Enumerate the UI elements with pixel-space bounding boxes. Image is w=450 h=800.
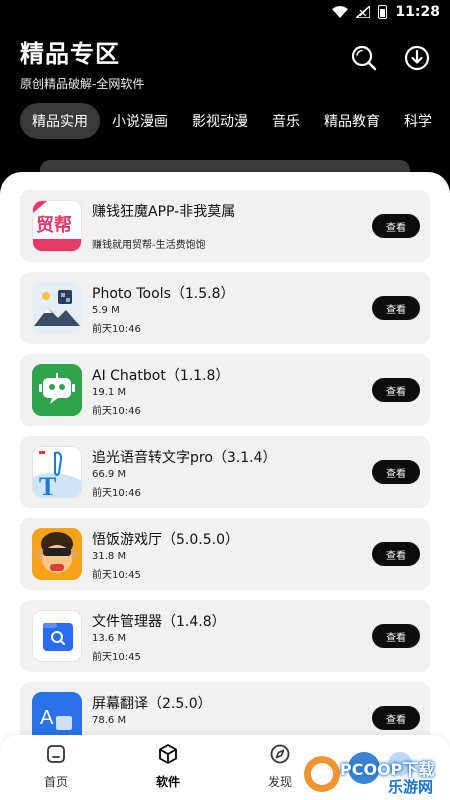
app-name: AI Chatbot（1.1.8）: [92, 368, 230, 384]
svg-text:T: T: [39, 472, 56, 498]
file-manager-icon: [32, 610, 82, 662]
view-button[interactable]: 查看: [372, 296, 420, 320]
nav-software[interactable]: 软件: [138, 743, 198, 790]
app-size: 78.6 M: [92, 715, 127, 726]
page-header: 精品专区 原创精品破解-全网软件: [20, 34, 144, 92]
app-name: Photo Tools（1.5.8）: [92, 286, 235, 302]
list-item[interactable]: 文件管理器（1.4.8） 13.6 M 前天10:45 查看: [20, 600, 430, 672]
signal-icon: [356, 6, 371, 18]
app-description: 赚钱就用贸帮-生活费饱饱: [92, 240, 206, 251]
nav-home-label: 首页: [43, 775, 68, 789]
tab-kexue[interactable]: 科学: [404, 111, 432, 131]
app-list-sheet: 贸帮 赚钱狂魔APP-非我莫属 赚钱就用贸帮-生活费饱饱 查看 Photo To…: [0, 172, 450, 800]
tab-jingpin-jiaoyu[interactable]: 精品教育: [324, 111, 380, 131]
list-item[interactable]: AI Chatbot（1.1.8） 19.1 M 前天10:46 查看: [20, 354, 430, 426]
download-icon[interactable]: [403, 44, 431, 72]
app-name: 追光语音转文字pro（3.1.4）: [92, 450, 277, 466]
maobang-icon-text: 贸帮: [36, 215, 72, 236]
compass-icon: [270, 744, 290, 764]
watermark-subtext: 乐游网: [388, 778, 434, 796]
page-subtitle: 原创精品破解-全网软件: [20, 77, 145, 91]
view-button[interactable]: 查看: [372, 460, 420, 484]
view-button[interactable]: 查看: [372, 624, 420, 648]
app-size: 66.9 M: [92, 469, 127, 480]
list-item[interactable]: 贸帮 赚钱狂魔APP-非我莫属 赚钱就用贸帮-生活费饱饱 查看: [20, 190, 430, 262]
list-item[interactable]: T 追光语音转文字pro（3.1.4） 66.9 M 前天10:46 查看: [20, 436, 430, 508]
tab-xiaoshuo-manhua[interactable]: 小说漫画: [112, 111, 168, 131]
tab-jingpin-shiyong[interactable]: 精品实用: [20, 103, 100, 139]
home-icon: [47, 745, 65, 763]
app-size: 19.1 M: [92, 387, 127, 398]
app-list: 贸帮 赚钱狂魔APP-非我莫属 赚钱就用贸帮-生活费饱饱 查看 Photo To…: [20, 190, 430, 764]
list-item[interactable]: Photo Tools（1.5.8） 5.9 M 前天10:46 查看: [20, 272, 430, 344]
nav-home[interactable]: 首页: [26, 743, 86, 790]
maobang-icon: 贸帮: [32, 200, 82, 252]
tab-yinyue[interactable]: 音乐: [272, 111, 300, 131]
app-size: 5.9 M: [92, 305, 120, 316]
status-time: 11:28: [395, 4, 440, 20]
status-bar: 11:28: [0, 0, 450, 26]
cube-icon: [159, 744, 177, 764]
svg-text:A: A: [40, 707, 54, 729]
app-name: 悟饭游戏厅（5.0.5.0）: [92, 532, 239, 548]
category-tabs: 精品实用 小说漫画 影视动漫 音乐 精品教育 科学: [20, 102, 450, 140]
tab-yingshi-dongman[interactable]: 影视动漫: [192, 111, 248, 131]
list-item[interactable]: 悟饭游戏厅（5.0.5.0） 31.8 M 前天10:45 查看: [20, 518, 430, 590]
app-date: 前天10:46: [92, 324, 141, 335]
app-date: 前天10:46: [92, 488, 141, 499]
voice-text-icon: T: [32, 446, 82, 498]
photo-tools-icon: [32, 282, 82, 334]
view-button[interactable]: 查看: [372, 542, 420, 566]
app-size: 13.6 M: [92, 633, 127, 644]
wifi-icon: [332, 6, 349, 18]
view-button[interactable]: 查看: [372, 214, 420, 238]
app-name: 文件管理器（1.4.8）: [92, 614, 226, 630]
view-button[interactable]: 查看: [372, 706, 420, 730]
view-button[interactable]: 查看: [372, 378, 420, 402]
app-date: 前天10:45: [92, 652, 141, 663]
robot-icon: [32, 364, 82, 416]
page-title: 精品专区: [20, 40, 120, 68]
monkey-game-icon: [32, 528, 82, 580]
search-icon[interactable]: [350, 44, 378, 72]
app-name: 屏幕翻译（2.5.0）: [92, 696, 212, 712]
app-date: 前天10:46: [92, 406, 141, 417]
nav-software-label: 软件: [155, 775, 180, 789]
battery-icon: [378, 5, 388, 19]
app-date: 前天10:45: [92, 570, 141, 581]
app-size: 31.8 M: [92, 551, 127, 562]
app-name: 赚钱狂魔APP-非我莫属: [92, 204, 236, 220]
